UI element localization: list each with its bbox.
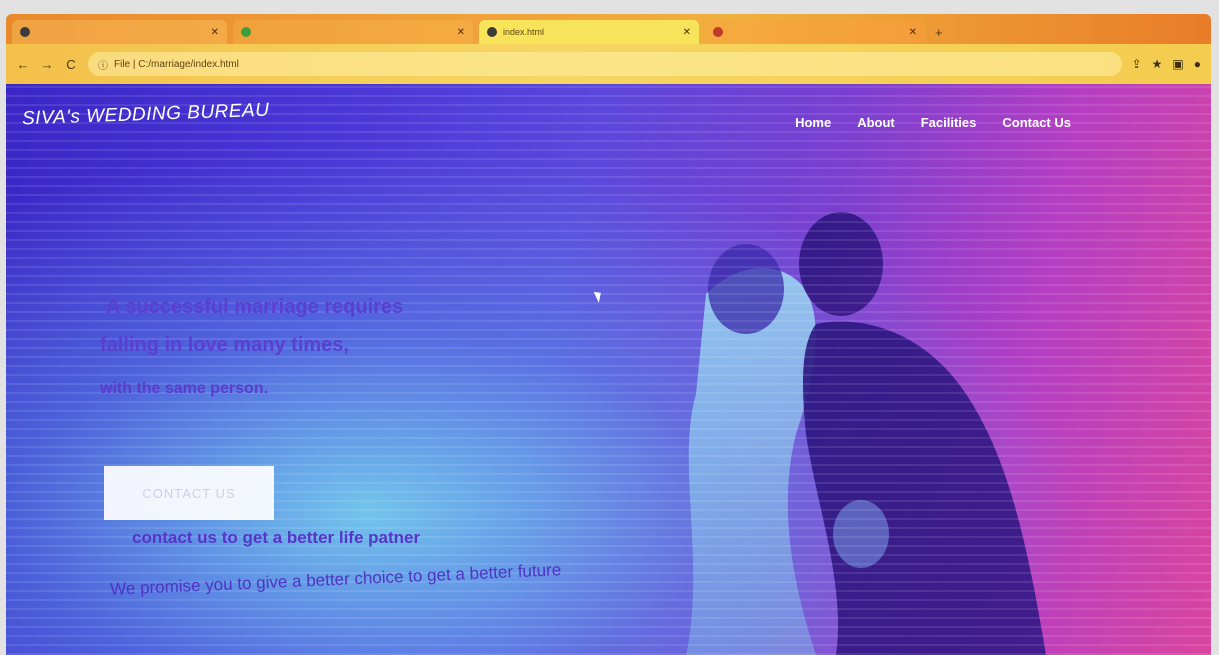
browser-tab-2[interactable]: ✕ xyxy=(233,20,473,44)
star-icon[interactable]: ★ xyxy=(1152,57,1163,71)
hero-quote-line-1: A successful marriage requires xyxy=(106,296,404,318)
info-icon[interactable]: ⓘ xyxy=(98,57,108,72)
hero-quote-line-2: falling in love many times, xyxy=(100,334,349,356)
hero-quote-line-3: with the same person. xyxy=(100,380,269,397)
browser-tab-1[interactable]: ✕ xyxy=(12,20,227,44)
browser-tab-bar: ✕ ✕ index.html ✕ ✕ + xyxy=(6,14,1211,44)
mouse-cursor-icon xyxy=(593,289,605,303)
monitor-screen: ✕ ✕ index.html ✕ ✕ + ← → C ⓘ File | C:/m… xyxy=(0,0,1219,655)
forward-button[interactable]: → xyxy=(40,57,54,72)
reload-button[interactable]: C xyxy=(64,57,78,72)
browser-tab-active[interactable]: index.html ✕ xyxy=(479,20,699,44)
site-header: SIVA's WEDDING BUREAU Home About Facilit… xyxy=(6,84,1211,154)
chrome-icon xyxy=(713,27,723,37)
new-tab-button[interactable]: + xyxy=(931,25,947,44)
nav-facilities[interactable]: Facilities xyxy=(921,115,977,130)
promise-text: We promise you to give a better choice t… xyxy=(109,560,562,599)
back-button[interactable]: ← xyxy=(16,57,30,72)
toolbar-icons: ⇪ ★ ▣ ● xyxy=(1132,57,1201,71)
browser-tab-4[interactable]: ✕ xyxy=(705,20,925,44)
contact-us-button[interactable]: CONTACT US xyxy=(104,466,274,520)
site-logo[interactable]: SIVA's WEDDING BUREAU xyxy=(22,100,270,131)
page-viewport: SIVA's WEDDING BUREAU Home About Facilit… xyxy=(6,84,1211,655)
close-icon[interactable]: ✕ xyxy=(909,27,917,38)
browser-address-bar: ← → C ⓘ File | C:/marriage/index.html ⇪ … xyxy=(6,44,1211,84)
nav-contact-us[interactable]: Contact Us xyxy=(1002,115,1071,130)
whatsapp-icon xyxy=(241,27,251,37)
close-icon[interactable]: ✕ xyxy=(683,27,691,38)
extensions-icon[interactable]: ▣ xyxy=(1172,57,1183,71)
globe-icon xyxy=(487,27,497,37)
tab-title: index.html xyxy=(503,27,545,37)
share-icon[interactable]: ⇪ xyxy=(1132,57,1142,71)
nav-home[interactable]: Home xyxy=(795,115,831,130)
close-icon[interactable]: ✕ xyxy=(211,27,219,38)
couple-silhouette-image xyxy=(686,212,1046,655)
tagline-text: contact us to get a better life patner xyxy=(132,528,421,547)
close-icon[interactable]: ✕ xyxy=(457,27,465,38)
url-input[interactable]: ⓘ File | C:/marriage/index.html xyxy=(88,52,1122,76)
url-text: File | C:/marriage/index.html xyxy=(114,58,239,70)
main-nav: Home About Facilities Contact Us xyxy=(795,115,1071,130)
nav-about[interactable]: About xyxy=(857,115,895,130)
tab-icon xyxy=(20,27,30,37)
profile-icon[interactable]: ● xyxy=(1194,57,1201,71)
